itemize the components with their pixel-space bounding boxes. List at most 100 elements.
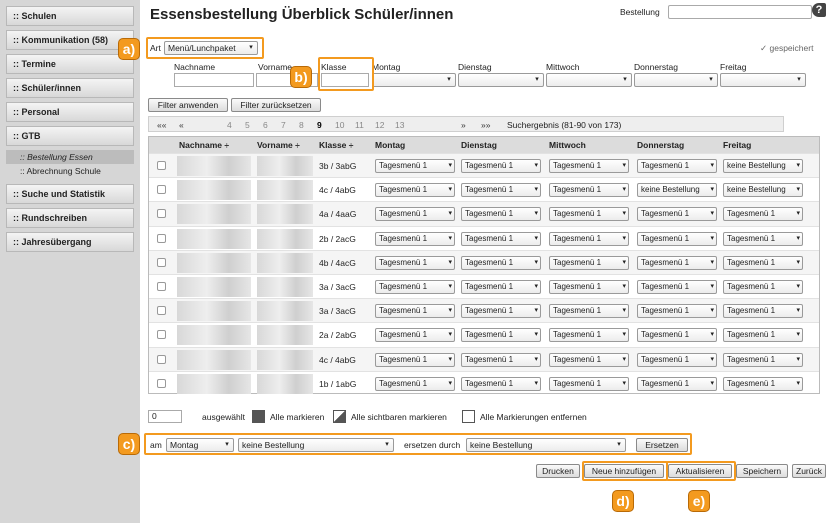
row-day-select[interactable]: Tagesmenü 1 ▾: [723, 352, 803, 367]
row-day-select[interactable]: Tagesmenü 1 ▾: [375, 376, 455, 391]
row-day-select[interactable]: Tagesmenü 1 ▾: [637, 352, 717, 367]
save-button[interactable]: Speichern: [736, 464, 788, 478]
row-day-select[interactable]: Tagesmenü 1 ▾: [549, 207, 629, 222]
pager-page[interactable]: 7: [281, 120, 286, 130]
row-day-select[interactable]: Tagesmenü 1 ▾: [637, 280, 717, 294]
row-day-select[interactable]: Tagesmenü 1 ▾: [723, 255, 803, 270]
col-header-nachname[interactable]: Nachname ÷: [179, 140, 229, 150]
sidebar-item-suche-statistik[interactable]: :: Suche und Statistik: [6, 184, 134, 204]
pager-prev[interactable]: «: [179, 120, 184, 130]
pager-first[interactable]: ««: [157, 120, 166, 130]
row-checkbox[interactable]: [157, 282, 166, 291]
help-icon[interactable]: ?: [812, 3, 826, 17]
row-day-select[interactable]: Tagesmenü 1 ▾: [461, 304, 541, 319]
sidebar-item-termine[interactable]: :: Termine: [6, 54, 134, 74]
row-checkbox[interactable]: [157, 161, 166, 170]
filter-reset-button[interactable]: Filter zurücksetzen: [231, 98, 321, 112]
pager-page[interactable]: 11: [355, 120, 364, 130]
row-day-select[interactable]: Tagesmenü 1 ▾: [375, 304, 455, 319]
mark-visible-link[interactable]: Alle sichtbaren markieren: [351, 412, 447, 422]
pager-last[interactable]: »»: [481, 120, 490, 130]
row-day-select[interactable]: Tagesmenü 1 ▾: [637, 328, 717, 343]
pager-page-current[interactable]: 9: [317, 120, 322, 130]
sidebar-subitem-bestellung-essen[interactable]: :: Bestellung Essen: [6, 150, 134, 164]
row-day-select[interactable]: Tagesmenü 1 ▾: [461, 159, 541, 173]
bestellung-input[interactable]: [668, 5, 812, 19]
filter-apply-button[interactable]: Filter anwenden: [148, 98, 228, 112]
filter-mittwoch-select[interactable]: ▾: [546, 73, 632, 87]
row-day-select[interactable]: Tagesmenü 1 ▾: [461, 231, 541, 246]
row-day-select[interactable]: Tagesmenü 1 ▾: [549, 328, 629, 343]
col-header-vorname[interactable]: Vorname ÷: [257, 140, 300, 150]
row-day-select[interactable]: keine Bestellung ▾: [637, 183, 717, 198]
row-day-select[interactable]: Tagesmenü 1 ▾: [637, 159, 717, 173]
filter-donnerstag-select[interactable]: ▾: [634, 73, 718, 87]
row-day-select[interactable]: Tagesmenü 1 ▾: [375, 328, 455, 343]
row-checkbox[interactable]: [157, 257, 166, 267]
row-day-select[interactable]: Tagesmenü 1 ▾: [723, 231, 803, 246]
row-day-select[interactable]: keine Bestellung ▾: [723, 159, 803, 173]
mark-all-icon[interactable]: [252, 410, 265, 423]
print-button[interactable]: Drucken: [536, 464, 580, 478]
row-day-select[interactable]: Tagesmenü 1 ▾: [549, 280, 629, 294]
pager-page[interactable]: 13: [395, 120, 404, 130]
mark-visible-icon[interactable]: [333, 410, 346, 423]
row-day-select[interactable]: Tagesmenü 1 ▾: [637, 376, 717, 391]
row-day-select[interactable]: Tagesmenü 1 ▾: [461, 328, 541, 343]
row-day-select[interactable]: Tagesmenü 1 ▾: [723, 280, 803, 294]
row-day-select[interactable]: Tagesmenü 1 ▾: [461, 183, 541, 198]
row-day-select[interactable]: Tagesmenü 1 ▾: [723, 304, 803, 319]
pager-page[interactable]: 10: [335, 120, 344, 130]
row-day-select[interactable]: Tagesmenü 1 ▾: [461, 255, 541, 270]
row-day-select[interactable]: Tagesmenü 1 ▾: [723, 328, 803, 343]
row-checkbox[interactable]: [157, 378, 166, 388]
mark-all-link[interactable]: Alle markieren: [270, 412, 324, 422]
row-day-select[interactable]: Tagesmenü 1 ▾: [723, 207, 803, 222]
sidebar-item-kommunikation[interactable]: :: Kommunikation (58): [6, 30, 134, 50]
row-day-select[interactable]: Tagesmenü 1 ▾: [637, 231, 717, 246]
filter-nachname-input[interactable]: [174, 73, 254, 87]
row-day-select[interactable]: Tagesmenü 1 ▾: [723, 376, 803, 391]
row-day-select[interactable]: Tagesmenü 1 ▾: [461, 376, 541, 391]
unmark-all-icon[interactable]: [462, 410, 475, 423]
sidebar-item-gtb[interactable]: :: GTB: [6, 126, 134, 146]
row-day-select[interactable]: Tagesmenü 1 ▾: [549, 159, 629, 173]
pager-page[interactable]: 6: [263, 120, 268, 130]
row-day-select[interactable]: Tagesmenü 1 ▾: [637, 207, 717, 222]
col-header-klasse[interactable]: Klasse ÷: [319, 140, 353, 150]
pager-page[interactable]: 4: [227, 120, 232, 130]
sidebar-item-schueler[interactable]: :: Schüler/innen: [6, 78, 134, 98]
sidebar-item-personal[interactable]: :: Personal: [6, 102, 134, 122]
row-day-select[interactable]: Tagesmenü 1 ▾: [549, 352, 629, 367]
sidebar-subitem-abrechnung-schule[interactable]: :: Abrechnung Schule: [6, 164, 134, 178]
sidebar-item-schulen[interactable]: :: Schulen: [6, 6, 134, 26]
row-checkbox[interactable]: [157, 354, 166, 364]
row-checkbox[interactable]: [157, 330, 166, 340]
row-checkbox[interactable]: [157, 306, 166, 316]
back-button[interactable]: Zurück: [792, 464, 826, 478]
pager-page[interactable]: 5: [245, 120, 250, 130]
row-day-select[interactable]: Tagesmenü 1 ▾: [375, 207, 455, 222]
filter-montag-select[interactable]: ▾: [372, 73, 456, 87]
row-day-select[interactable]: keine Bestellung ▾: [723, 183, 803, 198]
row-day-select[interactable]: Tagesmenü 1 ▾: [549, 304, 629, 319]
pager-page[interactable]: 12: [375, 120, 384, 130]
row-day-select[interactable]: Tagesmenü 1 ▾: [637, 304, 717, 319]
pager-next[interactable]: »: [461, 120, 466, 130]
row-day-select[interactable]: Tagesmenü 1 ▾: [375, 159, 455, 173]
row-day-select[interactable]: Tagesmenü 1 ▾: [375, 231, 455, 246]
sidebar-item-jahresuebergang[interactable]: :: Jahresübergang: [6, 232, 134, 252]
row-day-select[interactable]: Tagesmenü 1 ▾: [375, 280, 455, 294]
row-day-select[interactable]: Tagesmenü 1 ▾: [461, 207, 541, 222]
row-day-select[interactable]: Tagesmenü 1 ▾: [549, 231, 629, 246]
row-checkbox[interactable]: [157, 233, 166, 243]
row-day-select[interactable]: Tagesmenü 1 ▾: [637, 255, 717, 270]
row-day-select[interactable]: Tagesmenü 1 ▾: [375, 255, 455, 270]
filter-freitag-select[interactable]: ▾: [720, 73, 806, 87]
row-day-select[interactable]: Tagesmenü 1 ▾: [549, 183, 629, 198]
sidebar-item-rundschreiben[interactable]: :: Rundschreiben: [6, 208, 134, 228]
row-day-select[interactable]: Tagesmenü 1 ▾: [549, 376, 629, 391]
row-day-select[interactable]: Tagesmenü 1 ▾: [375, 183, 455, 198]
row-day-select[interactable]: Tagesmenü 1 ▾: [461, 280, 541, 294]
filter-dienstag-select[interactable]: ▾: [458, 73, 544, 87]
